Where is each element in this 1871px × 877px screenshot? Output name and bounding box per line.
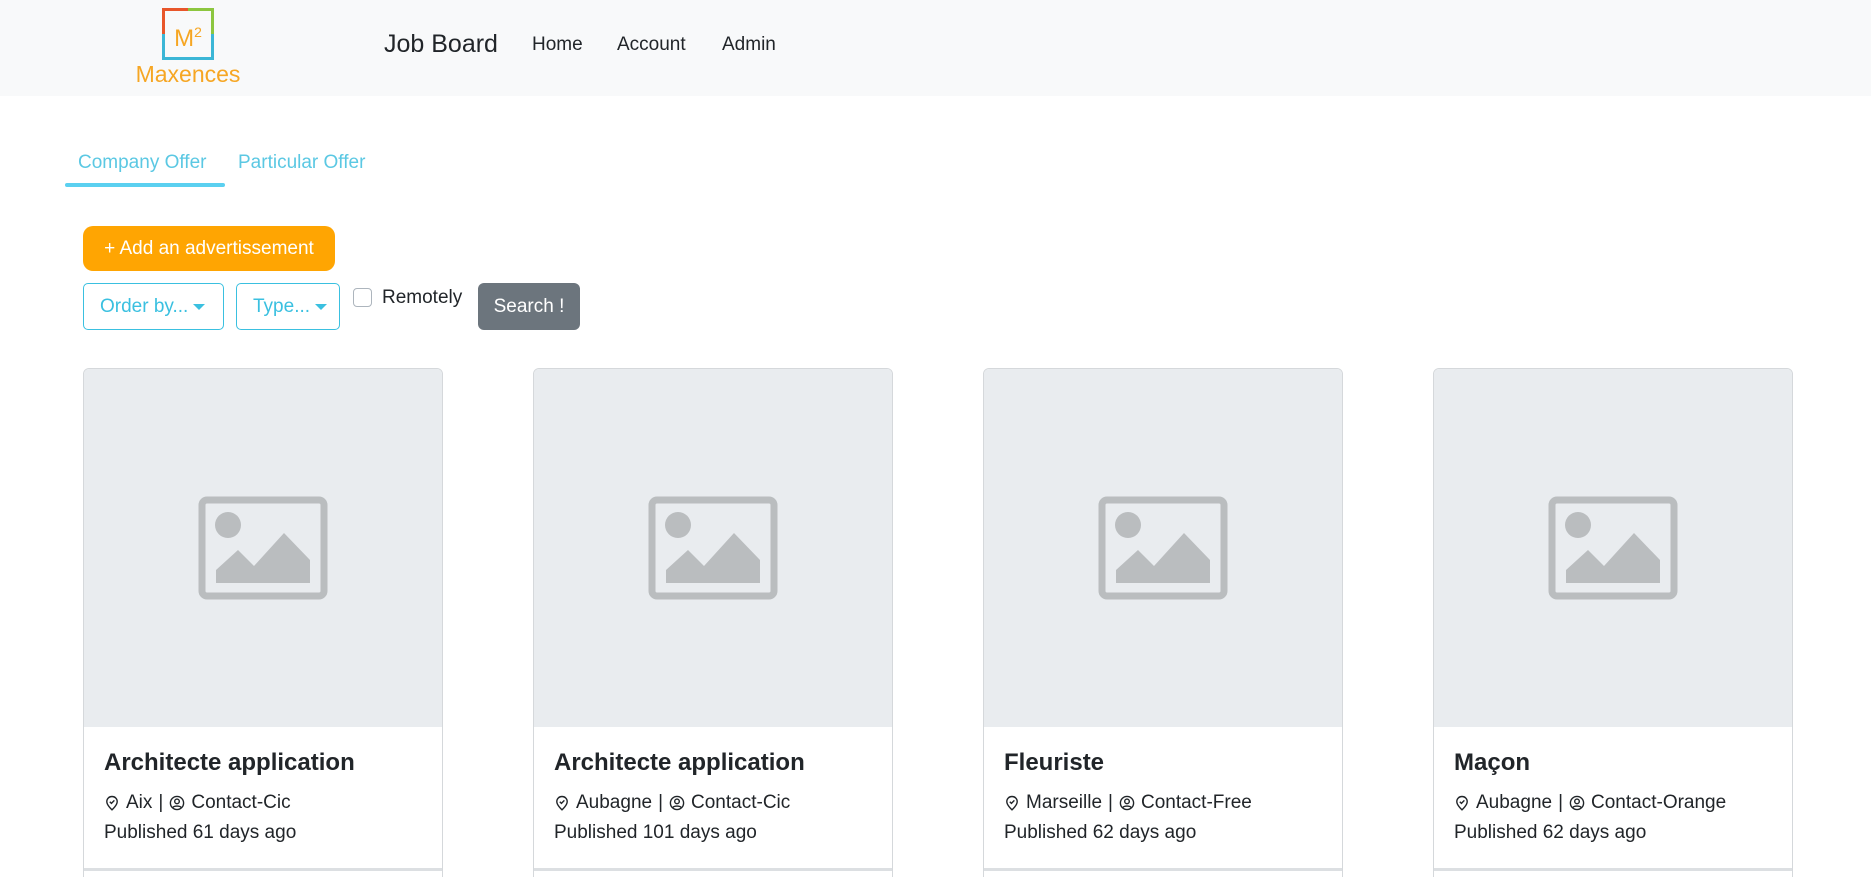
type-dropdown[interactable]: Type... <box>236 283 340 330</box>
user-circle-icon <box>1569 795 1585 811</box>
search-button[interactable]: Search ! <box>478 283 580 330</box>
order-by-label: Order by... <box>100 295 189 317</box>
card-contact: Contact-Free <box>1140 792 1252 813</box>
card-image[interactable] <box>534 369 892 727</box>
card-city: Marseille <box>1026 792 1103 813</box>
location-pin-icon <box>1456 795 1468 811</box>
logo[interactable]: M2 Maxences <box>128 4 248 87</box>
caret-down-icon <box>315 303 328 310</box>
meta-separator: | <box>658 792 664 813</box>
card-contact: Contact-Cic <box>691 792 791 813</box>
meta-separator: | <box>158 792 164 813</box>
image-placeholder-icon <box>1548 496 1678 600</box>
logo-text: Maxences <box>135 61 241 87</box>
card-divider <box>1434 868 1792 871</box>
card-title[interactable]: Fleuriste <box>1004 749 1104 777</box>
card-published: Published 101 days ago <box>554 822 757 843</box>
location-pin-icon <box>556 795 568 811</box>
nav-admin-link[interactable]: Admin <box>722 34 776 56</box>
caret-down-icon <box>193 303 206 310</box>
card-meta: Aix | Contact-Cic <box>104 792 291 814</box>
remotely-label[interactable]: Remotely <box>382 287 462 309</box>
card-title[interactable]: Architecte application <box>554 749 805 777</box>
card-published: Published 61 days ago <box>104 822 297 843</box>
card-title[interactable]: Architecte application <box>104 749 355 777</box>
location-pin-icon <box>1006 795 1018 811</box>
card-meta: Aubagne | Contact-Cic <box>554 792 790 814</box>
user-circle-icon <box>170 795 185 811</box>
remotely-checkbox[interactable] <box>353 288 372 307</box>
image-placeholder-icon <box>198 496 328 600</box>
offer-card[interactable]: Fleuriste Marseille | Contact-Free Publi… <box>983 368 1343 877</box>
meta-separator: | <box>1558 792 1564 813</box>
card-meta: Marseille | Contact-Free <box>1004 792 1252 814</box>
tab-company-offer[interactable]: Company Offer <box>78 152 206 174</box>
image-placeholder-icon <box>648 496 778 600</box>
offer-card[interactable]: Maçon Aubagne | Contact-Orange Published… <box>1433 368 1793 877</box>
tab-particular-offer[interactable]: Particular Offer <box>238 152 365 174</box>
card-city: Aubagne <box>576 792 653 813</box>
image-placeholder-icon <box>1098 496 1228 600</box>
type-label: Type... <box>253 295 311 317</box>
card-contact: Contact-Orange <box>1591 792 1727 813</box>
card-contact: Contact-Cic <box>191 792 291 813</box>
brand-title[interactable]: Job Board <box>384 30 498 59</box>
meta-separator: | <box>1108 792 1113 813</box>
logo-sup: 2 <box>194 24 202 40</box>
offer-card[interactable]: Architecte application Aix | Contact-Cic… <box>83 368 443 877</box>
offer-card[interactable]: Architecte application Aubagne | Contact… <box>533 368 893 877</box>
card-city: Aubagne <box>1476 792 1553 813</box>
nav-home-link[interactable]: Home <box>532 34 583 56</box>
card-image[interactable] <box>84 369 442 727</box>
card-divider <box>534 868 892 871</box>
order-by-dropdown[interactable]: Order by... <box>83 283 224 330</box>
nav-account-link[interactable]: Account <box>617 34 686 56</box>
card-image[interactable] <box>984 369 1342 727</box>
card-meta: Aubagne | Contact-Orange <box>1454 792 1726 814</box>
active-tab-indicator <box>65 183 225 187</box>
card-published: Published 62 days ago <box>1004 822 1197 843</box>
logo-mark-icon: M2 <box>162 8 214 60</box>
card-image[interactable] <box>1434 369 1792 727</box>
card-title[interactable]: Maçon <box>1454 749 1530 777</box>
location-pin-icon <box>106 795 118 811</box>
user-circle-icon <box>1119 795 1135 811</box>
card-published: Published 62 days ago <box>1454 822 1647 843</box>
card-divider <box>984 868 1342 871</box>
logo-glyph: M <box>174 25 195 52</box>
card-city: Aix <box>126 792 153 813</box>
user-circle-icon <box>669 795 685 811</box>
navbar: M2 Maxences Job Board Home Account Admin <box>0 0 1871 96</box>
add-advertisement-button[interactable]: + Add an advertissement <box>83 226 335 271</box>
card-divider <box>84 868 442 871</box>
